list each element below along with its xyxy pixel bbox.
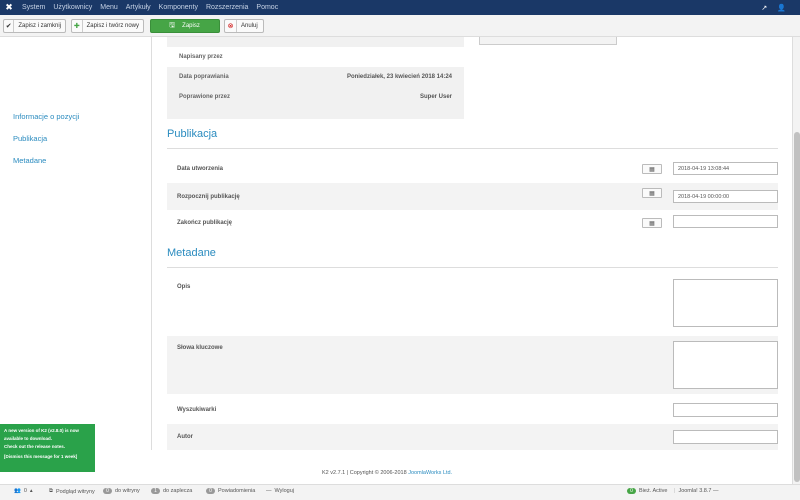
active-status: 0 Bież. Active (627, 488, 667, 494)
admin-users-status: 1 do zaplecza (151, 488, 192, 494)
top-navbar: ✖ System Użytkownicy Menu Artykuły Kompo… (0, 0, 800, 15)
field-row-publish-down: Zakończ publikację ▦ (167, 212, 778, 234)
users-icon: 👥 (14, 488, 21, 494)
field-row-keywords: Słowa kluczowe (167, 336, 778, 394)
sidebar: Informacje o pozycji Publikacja Metadane (0, 37, 152, 450)
keywords-textarea[interactable] (673, 341, 778, 389)
menu-item-system[interactable]: System (18, 4, 49, 11)
side-panel-box (479, 37, 617, 45)
section-title-metadata: Metadane (167, 247, 216, 259)
field-row-publish-up: Rozpocznij publikację ▦ 2018-04-19 00:00… (167, 183, 778, 210)
info-row-author: Napisany przez (179, 54, 223, 60)
calendar-icon[interactable]: ▦ (642, 218, 662, 228)
joomlaworks-link[interactable]: JoomlaWorks Ltd. (408, 470, 452, 476)
copyright-footer: K2 v2.7.1 | Copyright © 2006-2018 Joomla… (322, 470, 453, 476)
robots-input[interactable] (673, 403, 778, 417)
check-icon: ✔ (4, 20, 15, 32)
field-row-description: Opis (167, 276, 778, 334)
menu-item-extensions[interactable]: Rozszerzenia (202, 4, 252, 11)
menu-item-articles[interactable]: Artykuły (122, 4, 155, 11)
field-row-author: Autor (167, 424, 778, 450)
scrollbar-thumb[interactable] (794, 132, 800, 482)
joomla-version: | Joomla! 3.8.7 — (674, 488, 719, 494)
vertical-scrollbar[interactable] (792, 37, 800, 484)
menu-item-users[interactable]: Użytkownicy (49, 4, 96, 11)
menu-item-help[interactable]: Pomoc (252, 4, 282, 11)
external-link-icon: ⧉ (49, 488, 53, 494)
info-row-modified-by: Poprawione przez Super User (167, 87, 464, 107)
save-icon: 🖫 (169, 21, 176, 29)
sidebar-item-item-info[interactable]: Informacje o pozycji (13, 112, 79, 121)
plus-icon: ✚ (72, 20, 83, 32)
created-date-input[interactable]: 2018-04-19 13:08:44 (673, 162, 778, 175)
calendar-icon[interactable]: ▦ (642, 188, 662, 198)
description-textarea[interactable] (673, 279, 778, 327)
field-row-robots: Wyszukiwarki (167, 398, 778, 422)
site-visitors-status: 0 do witryny (103, 488, 140, 494)
action-toolbar: ✔ Zapisz i zamknij ✚ Zapisz i twórz nowy… (0, 15, 800, 37)
minus-icon: — (266, 488, 272, 494)
joomla-logo-icon[interactable]: ✖ (0, 0, 18, 15)
status-bar: 👥 0 ▴ ⧉ Podgląd witryny 0 do witryny 1 d… (0, 484, 800, 500)
main-menu: System Użytkownicy Menu Artykuły Kompone… (18, 4, 282, 11)
divider (167, 148, 778, 149)
caret-up-icon: ▴ (29, 488, 33, 494)
sidebar-item-metadata[interactable]: Metadane (13, 156, 46, 165)
cancel-button[interactable]: ⊗ Anuluj (224, 19, 264, 33)
cancel-icon: ⊗ (225, 20, 237, 32)
external-link-icon[interactable]: ↗ (761, 4, 767, 12)
save-new-button[interactable]: ✚ Zapisz i twórz nowy (71, 19, 144, 33)
logout-link[interactable]: — Wyloguj (266, 488, 294, 494)
divider (167, 267, 778, 268)
calendar-icon[interactable]: ▦ (642, 164, 662, 174)
user-icon[interactable]: 👤 (777, 4, 786, 12)
main-content: Napisany przez Data poprawiania Poniedzi… (152, 37, 792, 450)
users-status[interactable]: 👥 0 ▴ (14, 488, 33, 494)
section-title-publishing: Publikacja (167, 128, 218, 140)
info-row-modified-date: Data poprawiania Poniedziałek, 23 kwieci… (167, 67, 464, 87)
menu-item-menu[interactable]: Menu (96, 4, 122, 11)
dismiss-notice-link[interactable]: [Dismiss this message for 1 week] (4, 453, 91, 461)
publish-down-input[interactable] (673, 215, 778, 228)
menu-item-components[interactable]: Komponenty (155, 4, 202, 11)
topnav-right: ↗ 👤 (761, 0, 786, 15)
info-row-top (167, 37, 464, 47)
info-row-bottom (167, 107, 464, 119)
save-close-button[interactable]: ✔ Zapisz i zamknij (3, 19, 66, 33)
update-notice: A new version of K2 (v2.8.0) is now avai… (0, 424, 95, 472)
messages-status[interactable]: 0 Powiadomienia (206, 488, 255, 494)
preview-site-link[interactable]: ⧉ Podgląd witryny (49, 488, 95, 495)
publish-up-input[interactable]: 2018-04-19 00:00:00 (673, 190, 778, 203)
item-info-table: Napisany przez Data poprawiania Poniedzi… (167, 37, 464, 119)
sidebar-item-publishing[interactable]: Publikacja (13, 134, 47, 143)
save-button[interactable]: 🖫 Zapisz (150, 19, 220, 33)
field-row-created: Data utworzenia ▦ 2018-04-19 13:08:44 (167, 158, 778, 180)
release-notes-link[interactable]: Check out the release notes. (4, 443, 91, 451)
author-input[interactable] (673, 430, 778, 444)
